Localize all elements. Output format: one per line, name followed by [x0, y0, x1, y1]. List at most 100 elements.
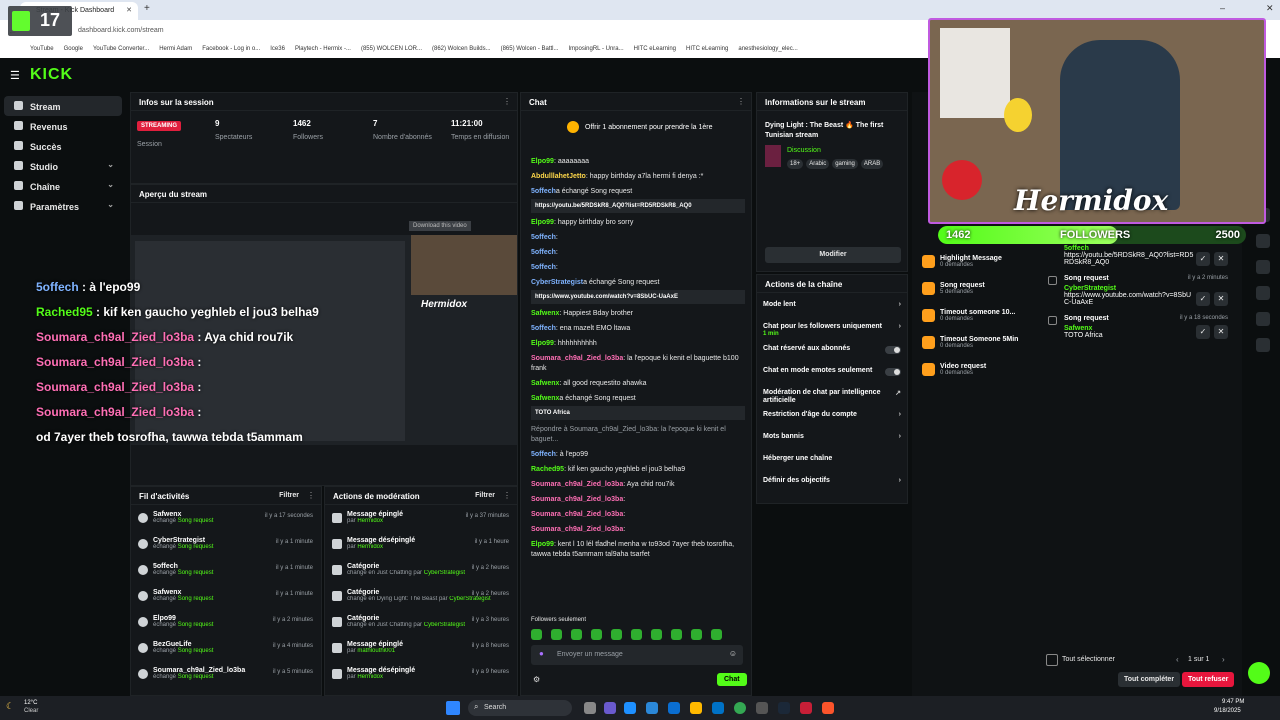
chat-username[interactable]: Elpo99 [531, 158, 554, 165]
moderation-row[interactable]: Message désépinglé par Hermidox il y a 9 h… [325, 667, 517, 693]
channel-action-row[interactable]: Définir des objectifs › [757, 473, 907, 495]
channel-action-row[interactable]: Chat en mode emotes seulement [757, 363, 907, 385]
sidebar-item-2[interactable]: Succès [4, 136, 122, 156]
emote-icon[interactable] [711, 629, 722, 640]
toggle-switch[interactable] [885, 368, 901, 376]
complete-all-button[interactable]: Tout compléter [1118, 672, 1181, 687]
kick-logo[interactable]: KICK [30, 66, 73, 84]
channel-action-row[interactable]: Chat réservé aux abonnés [757, 341, 907, 363]
files-icon[interactable] [690, 702, 702, 714]
minimize-icon[interactable]: – [1220, 3, 1225, 13]
reward-row[interactable]: Highlight Message 0 demandes [918, 252, 1032, 279]
moderation-filter-button[interactable]: Filtrer [475, 492, 495, 499]
window-close-icon[interactable]: ✕ [1266, 3, 1274, 14]
chat-username[interactable]: 5offech [531, 249, 556, 256]
chat-message[interactable]: 5offech: [531, 263, 745, 273]
chat-message[interactable]: 5offech: à l'epo99 [531, 450, 745, 460]
activity-row[interactable]: BezGueLife échangé Song request il y a 4 m… [131, 641, 321, 667]
tag-chip[interactable]: ARAB [860, 159, 884, 169]
chat-message[interactable]: Safwenxa échangé Song request TOTO Africa [531, 394, 745, 420]
bookmark-item[interactable]: YouTube Converter... [93, 46, 149, 58]
prev-page-icon[interactable]: ‹ [1176, 655, 1179, 664]
chat-username[interactable]: 5offech [531, 451, 556, 458]
moderation-row[interactable]: Message épinglé par Hermidox il y a 37 min… [325, 511, 517, 537]
chat-message[interactable]: Elpo99: hhhhhhhhhh [531, 339, 745, 349]
chat-message[interactable]: Répondre à Soumara_ch9al_Zied_lo3ba: la … [531, 425, 745, 445]
chat-message[interactable]: Elpo99: kent l 10 lél tfadhel menha w to… [531, 540, 745, 560]
chat-username[interactable]: Elpo99 [531, 340, 554, 347]
request-checkbox[interactable] [1048, 276, 1057, 285]
obs-icon[interactable] [756, 702, 768, 714]
layout-icon[interactable] [1256, 286, 1270, 300]
reward-row[interactable]: Timeout Someone 5Min 0 demandes [918, 333, 1032, 360]
bookmark-item[interactable]: Google [64, 46, 83, 58]
widgets-icon[interactable] [604, 702, 616, 714]
next-page-icon[interactable]: › [1222, 655, 1225, 664]
reward-row[interactable]: Timeout someone 10... 0 demandes [918, 306, 1032, 333]
emote-icon[interactable] [571, 629, 582, 640]
modify-button[interactable]: Modifier [765, 247, 901, 263]
sidebar-item-1[interactable]: Revenus [4, 116, 122, 136]
emote-icon[interactable] [591, 629, 602, 640]
tag-chip[interactable]: Arabic [806, 159, 830, 169]
reject-icon[interactable]: ✕ [1214, 325, 1228, 339]
moderation-row[interactable]: Catégorie changé en Just Chatting par Cyb… [325, 615, 517, 641]
chat-message[interactable]: Elpo99: aaaaaaaa [531, 157, 745, 167]
chat-username[interactable]: Safwenx [531, 310, 559, 317]
category-name[interactable]: Discussion [787, 147, 821, 154]
chat-message[interactable]: AbdulllahetJetto: happy birthday a7la he… [531, 172, 745, 182]
accept-icon[interactable]: ✓ [1196, 252, 1210, 266]
bookmark-item[interactable]: YouTube [30, 46, 54, 58]
wrench-icon[interactable] [1256, 312, 1270, 326]
bookmark-item[interactable]: HITC eLearning [634, 46, 676, 58]
bookmark-item[interactable]: Hermi Adam [159, 46, 192, 58]
sidebar-item-5[interactable]: Paramètres ⌄ [4, 196, 122, 216]
bookmark-item[interactable]: anesthesiology_elec... [738, 46, 797, 58]
more-icon[interactable]: ⋮ [503, 491, 511, 500]
bookmark-item[interactable]: Facebook - Log in o... [202, 46, 260, 58]
chat-message[interactable]: Safwenx: Happiest Bday brother [531, 309, 745, 319]
tag-chip[interactable]: 18+ [787, 159, 804, 169]
bookmark-item[interactable]: HITC eLearning [686, 46, 728, 58]
reward-row[interactable]: Song request 5 demandes [918, 279, 1032, 306]
chat-username[interactable]: 5offech [531, 234, 556, 241]
settings-icon[interactable]: ⚙ [533, 675, 540, 684]
more-icon[interactable]: ⋮ [307, 491, 315, 500]
chat-link[interactable]: https://www.youtube.com/watch?v=8SbUC-Ua… [531, 290, 745, 304]
game-icon[interactable] [800, 702, 812, 714]
chat-message[interactable]: CyberStrategista échangé Song request htt… [531, 278, 745, 304]
chat-message[interactable]: Soumara_ch9al_Zied_lo3ba: [531, 525, 745, 535]
chat-message[interactable]: Soumara_ch9al_Zied_lo3ba: [531, 510, 745, 520]
sub-gift-banner[interactable]: Offrir 1 abonnement pour prendre la 1ère [585, 124, 713, 131]
more-icon[interactable]: ⋮ [503, 97, 511, 106]
activity-row[interactable]: Elpo99 échangé Song request il y a 2 minut… [131, 615, 321, 641]
moderation-row[interactable]: Message épinglé par mathlouthi001 il y a 8… [325, 641, 517, 667]
emote-icon[interactable] [651, 629, 662, 640]
activity-filter-button[interactable]: Filtrer [279, 492, 299, 499]
new-tab-icon[interactable]: + [144, 3, 150, 14]
link-icon[interactable] [1256, 260, 1270, 274]
channel-action-row[interactable]: Chat pour les followers uniquement 1 min › [757, 319, 907, 341]
moderation-row[interactable]: Catégorie changé en Dying Light: The Beas… [325, 589, 517, 615]
chat-icon[interactable] [1256, 234, 1270, 248]
help-chat-button[interactable] [1248, 662, 1270, 684]
bookmark-item[interactable]: Playtech - Hermix -... [295, 46, 351, 58]
emoji-icon[interactable]: ☺ [729, 649, 737, 658]
reject-icon[interactable]: ✕ [1214, 292, 1228, 306]
activity-row[interactable]: 5offech échangé Song request il y a 1 minu… [131, 563, 321, 589]
brave-icon[interactable] [822, 702, 834, 714]
activity-row[interactable]: CyberStrategist échangé Song request il y … [131, 537, 321, 563]
chat-username[interactable]: Elpo99 [531, 219, 554, 226]
bookmark-item[interactable]: (865) Wolcen - Battl... [501, 46, 559, 58]
emote-icon[interactable] [531, 629, 542, 640]
more-icon[interactable]: ⋮ [737, 97, 745, 106]
reject-icon[interactable]: ✕ [1214, 252, 1228, 266]
chat-username[interactable]: 5offech [531, 188, 556, 195]
chat-username[interactable]: Rached95 [531, 466, 564, 473]
download-button[interactable]: Download this video [409, 221, 471, 231]
chat-message[interactable]: Soumara_ch9al_Zied_lo3ba: la l'epoque ki… [531, 354, 745, 374]
emote-icon[interactable] [611, 629, 622, 640]
bookmark-item[interactable]: ImposingRL - Unra... [569, 46, 624, 58]
chrome-icon[interactable] [734, 702, 746, 714]
bookmark-item[interactable]: Ice36 [270, 46, 285, 58]
